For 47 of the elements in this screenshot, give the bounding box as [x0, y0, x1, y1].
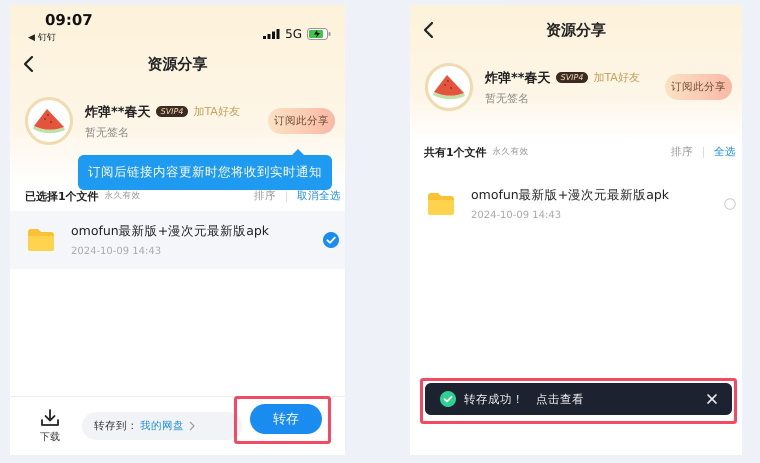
vip-badge: SVIP4 — [556, 72, 588, 83]
download-icon[interactable] — [40, 408, 60, 426]
view-link[interactable]: 点击查看 — [536, 392, 584, 406]
file-row[interactable]: omofun最新版+漫次元最新版apk 2024-10-09 14:43 — [410, 175, 742, 233]
user-signature: 暂无签名 — [85, 124, 130, 140]
file-date: 2024-10-09 14:43 — [71, 246, 162, 257]
subscribe-button[interactable]: 订阅此分享 — [665, 74, 732, 100]
battery-icon — [307, 28, 331, 40]
folder-icon — [27, 228, 55, 252]
chevron-right-icon — [189, 421, 195, 431]
avatar — [25, 97, 73, 145]
vip-badge: SVIP4 — [156, 106, 188, 117]
unchecked-circle-icon[interactable] — [724, 198, 736, 210]
signal-icon — [263, 29, 280, 39]
validity-label: 永久有效 — [492, 146, 529, 158]
select-all-button[interactable]: 全选 — [714, 145, 736, 159]
file-count: 共有1个文件 — [424, 144, 487, 160]
network-label: 5G — [285, 27, 302, 41]
folder-icon — [427, 192, 455, 216]
user-name: 炸弹**春天 — [85, 104, 151, 120]
file-name: omofun最新版+漫次元最新版apk — [71, 223, 270, 240]
save-button[interactable]: 转存 — [250, 404, 322, 434]
sort-button[interactable]: 排序 — [671, 145, 693, 159]
file-date: 2024-10-09 14:43 — [471, 210, 562, 221]
toast-message: 转存成功！ — [464, 392, 524, 406]
validity-label: 永久有效 — [104, 190, 141, 202]
back-icon[interactable] — [422, 21, 434, 39]
file-count: 已选择1个文件 — [25, 188, 99, 204]
back-to-app-link[interactable]: ◀ 钉钉 — [28, 31, 93, 44]
sort-button[interactable]: 排序 — [254, 189, 276, 203]
back-icon[interactable] — [22, 55, 34, 73]
user-signature: 暂无签名 — [485, 90, 530, 106]
status-time: 09:07 — [44, 11, 93, 29]
subscribe-button[interactable]: 订阅此分享 — [268, 108, 335, 134]
download-label[interactable]: 下载 — [40, 430, 60, 444]
avatar — [425, 63, 473, 111]
file-row[interactable]: omofun最新版+漫次元最新版apk 2024-10-09 14:43 — [10, 211, 345, 269]
save-destination-selector[interactable]: 转存到： 我的网盘 — [82, 412, 242, 440]
file-name: omofun最新版+漫次元最新版apk — [471, 187, 670, 204]
user-name: 炸弹**春天 — [485, 70, 551, 86]
page-title: 资源分享 — [148, 54, 208, 74]
select-all-button[interactable]: 取消全选 — [297, 189, 341, 203]
checked-icon[interactable] — [323, 232, 339, 248]
success-icon — [440, 391, 456, 407]
close-icon[interactable] — [706, 393, 718, 405]
page-title: 资源分享 — [546, 20, 606, 40]
subscribe-tooltip: 订阅后链接内容更新时您将收到实时通知 — [78, 149, 332, 190]
